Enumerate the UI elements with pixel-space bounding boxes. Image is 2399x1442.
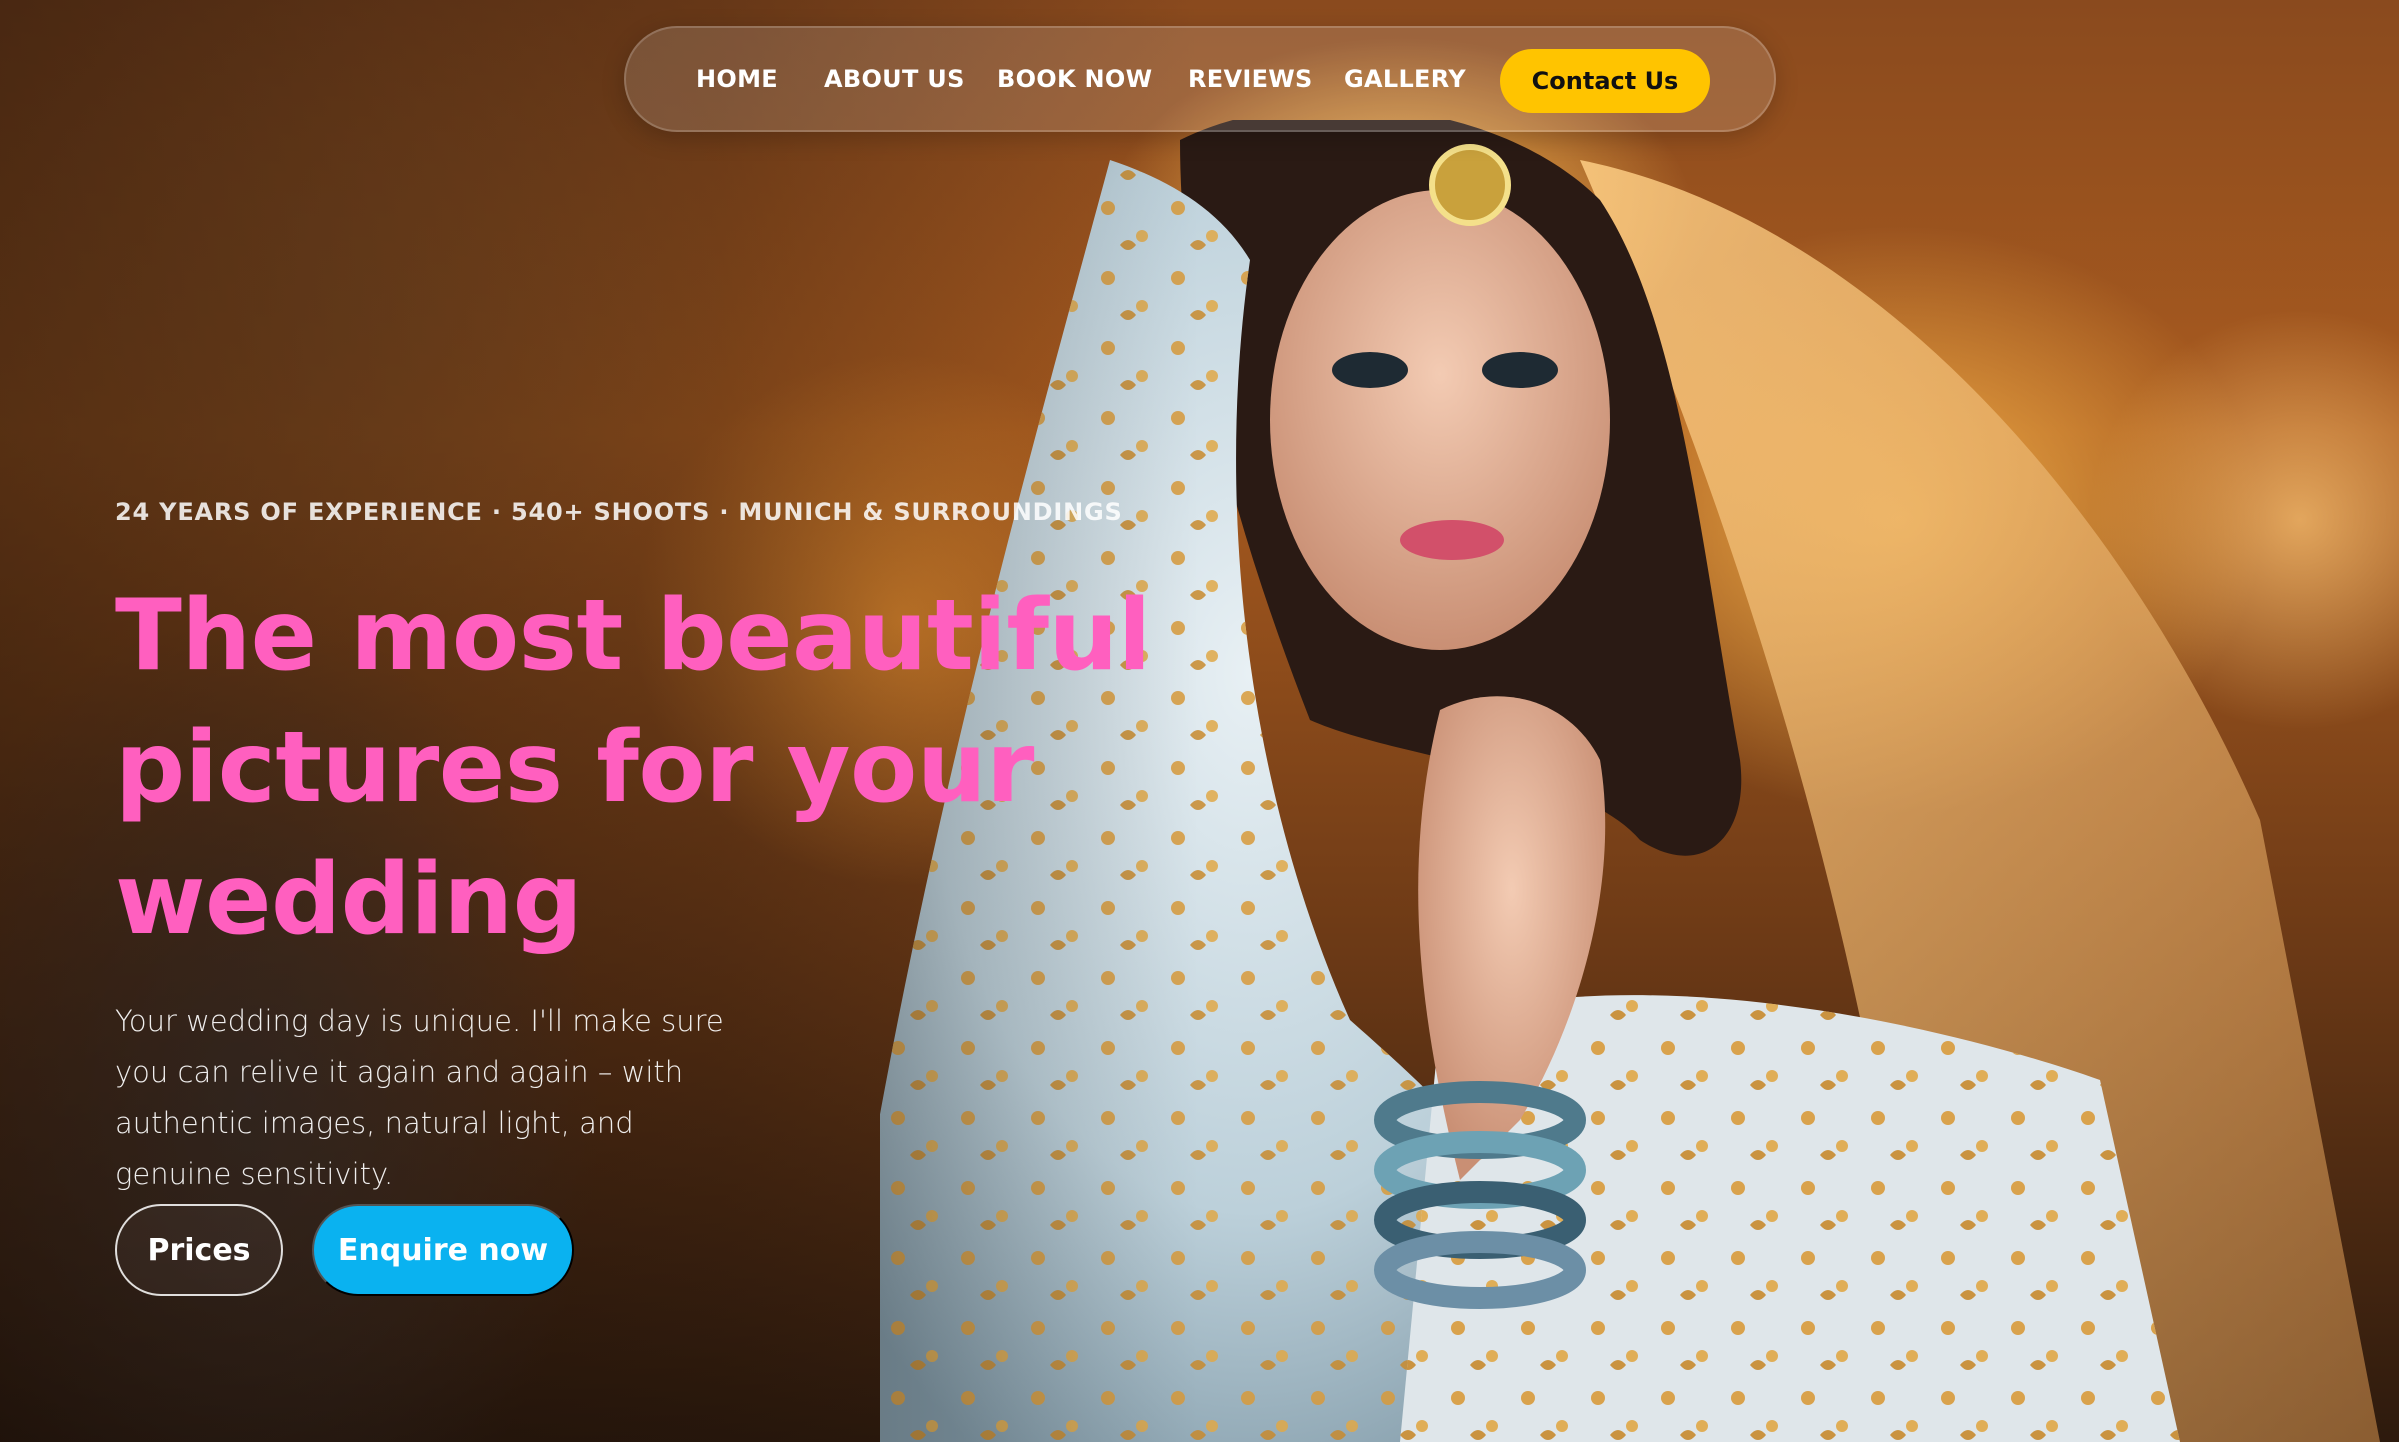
- hero-headline: The most beautiful pictures for your wed…: [115, 579, 1151, 957]
- enquire-now-button[interactable]: Enquire now: [312, 1204, 574, 1296]
- main-nav: HOME ABOUT US BOOK NOW REVIEWS GALLERY C…: [624, 26, 1776, 132]
- contact-us-button[interactable]: Contact Us: [1500, 49, 1710, 113]
- nav-gallery-link[interactable]: GALLERY: [1344, 65, 1466, 93]
- nav-reviews-link[interactable]: REVIEWS: [1188, 65, 1313, 93]
- nav-book-now-link[interactable]: BOOK NOW: [997, 65, 1152, 93]
- experience-tagline: 24 YEARS OF EXPERIENCE · 540+ SHOOTS · M…: [115, 498, 1123, 526]
- nav-about-link[interactable]: ABOUT US: [824, 65, 965, 93]
- nav-home-link[interactable]: HOME: [696, 65, 778, 93]
- prices-button[interactable]: Prices: [115, 1204, 283, 1296]
- hero-intro-text: Your wedding day is unique. I'll make su…: [115, 1004, 724, 1191]
- hero-section: HOME ABOUT US BOOK NOW REVIEWS GALLERY C…: [0, 0, 2399, 1442]
